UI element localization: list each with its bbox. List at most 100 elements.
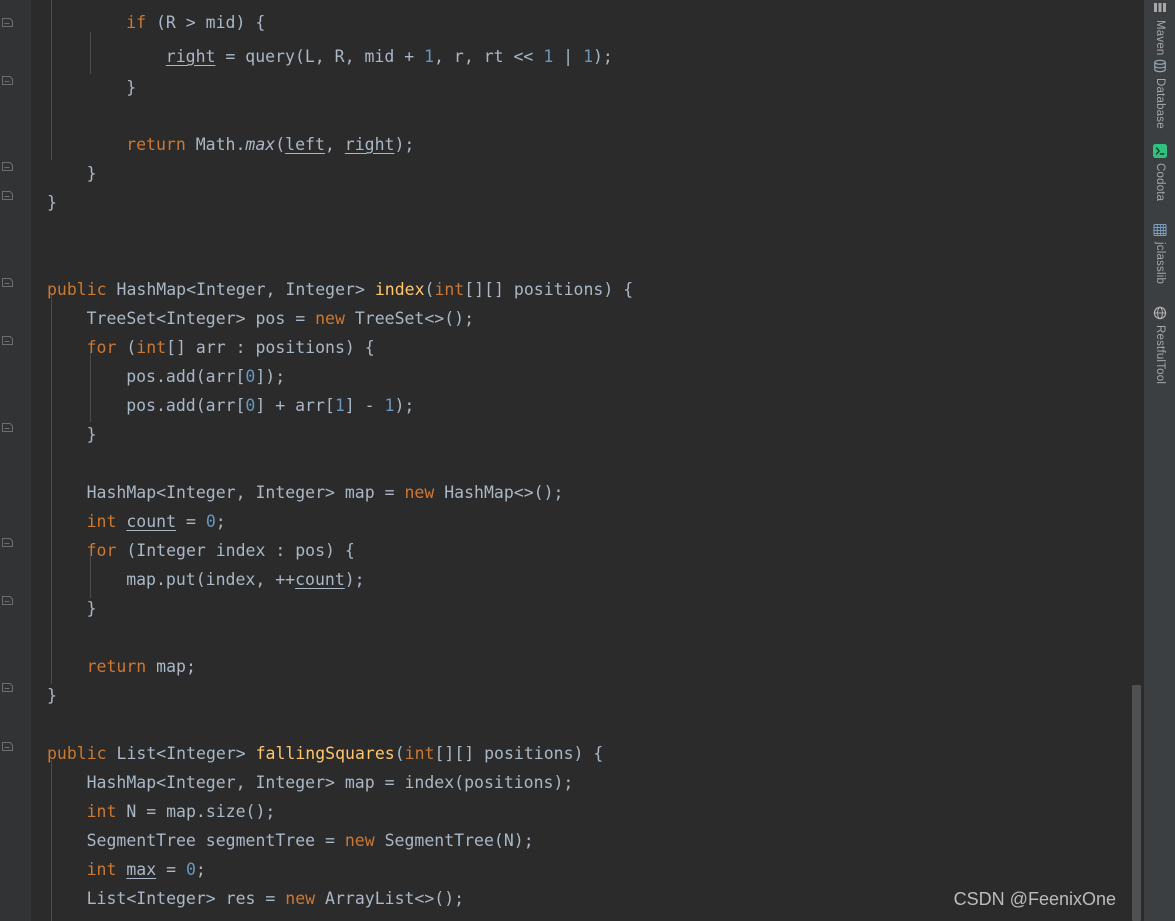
code-line[interactable]: int max = 0; — [87, 855, 206, 884]
code-token: N = map.size(); — [126, 802, 276, 821]
code-editor[interactable]: if (R > mid) { right = query(L, R, mid + … — [0, 0, 1143, 921]
code-line[interactable]: int count = 0; — [87, 507, 226, 536]
code-token: public — [47, 280, 117, 299]
code-line[interactable]: for (Integer index : pos) { — [87, 536, 355, 565]
code-token: SegmentTree(N); — [384, 831, 534, 850]
indent-guide — [51, 0, 52, 160]
code-line[interactable]: } — [87, 594, 97, 623]
code-token: return — [126, 135, 196, 154]
code-token: return — [86, 657, 157, 676]
code-line[interactable]: } — [87, 420, 97, 449]
jclasslib-icon — [1152, 222, 1168, 238]
code-token: List<Integer> res = — [86, 889, 286, 908]
code-token: new — [344, 831, 385, 850]
code-token: for — [86, 541, 127, 560]
editor-gutter[interactable] — [0, 0, 30, 921]
codota-icon — [1152, 143, 1168, 159]
fold-collapse-icon[interactable] — [1, 740, 14, 753]
code-line[interactable]: int N = map.size(); — [87, 797, 276, 826]
fold-expand-icon[interactable] — [1, 74, 14, 87]
code-line[interactable]: return map; — [87, 652, 196, 681]
code-line[interactable]: public List<Integer> fallingSquares(int[… — [47, 739, 603, 768]
code-token: TreeSet<Integer> pos = — [86, 309, 316, 328]
code-token: Math. — [195, 135, 246, 154]
fold-expand-icon[interactable] — [1, 594, 14, 607]
fold-collapse-icon[interactable] — [1, 536, 14, 549]
fold-expand-icon[interactable] — [1, 160, 14, 173]
code-line[interactable]: HashMap<Integer, Integer> map = new Hash… — [87, 478, 564, 507]
code-token: int — [86, 512, 127, 531]
code-token: SegmentTree segmentTree = — [86, 831, 345, 850]
code-token: new — [315, 309, 355, 328]
code-line[interactable]: return Math.max(left, right); — [126, 130, 414, 159]
code-token: } — [126, 78, 137, 97]
code-token: ] + arr[ — [255, 396, 335, 415]
code-token: [] arr : positions) { — [166, 338, 375, 357]
code-token: , r, rt << — [434, 47, 544, 66]
fold-expand-icon[interactable] — [1, 681, 14, 694]
code-token: int — [86, 802, 127, 821]
code-token: pos.add(arr[ — [126, 367, 246, 386]
code-token: for — [86, 338, 127, 357]
code-line[interactable]: for (int[] arr : positions) { — [87, 333, 375, 362]
code-token: , — [324, 135, 345, 154]
code-token: ); — [394, 396, 415, 415]
code-token: = — [156, 860, 186, 879]
code-token: | — [553, 47, 584, 66]
code-line[interactable]: map.put(index, ++count); — [126, 565, 364, 594]
code-line[interactable]: TreeSet<Integer> pos = new TreeSet<>(); — [87, 304, 474, 333]
code-token: (Integer index : pos) { — [126, 541, 355, 560]
tool-window-button-restfultool[interactable]: RestfulTool — [1144, 305, 1175, 397]
code-token: map.put(index, ++ — [126, 570, 296, 589]
code-token: ( — [394, 744, 405, 763]
code-token: ( — [424, 280, 435, 299]
editor-scrollbar-thumb[interactable] — [1132, 685, 1141, 921]
code-token: int — [434, 280, 465, 299]
code-line[interactable]: if (R > mid) { — [126, 8, 265, 37]
code-line[interactable]: } — [47, 681, 57, 710]
editor-scrollbar-track[interactable] — [1129, 0, 1143, 921]
code-token: } — [86, 164, 97, 183]
code-line[interactable]: pos.add(arr[0] + arr[1] - 1); — [126, 391, 414, 420]
code-line[interactable]: HashMap<Integer, Integer> map = index(po… — [87, 768, 574, 797]
code-token: 0 — [245, 396, 256, 415]
code-line[interactable]: right = query(L, R, mid + 1, r, rt << 1 … — [166, 42, 613, 71]
tool-window-button-maven[interactable]: Maven — [1144, 0, 1175, 58]
code-token: ); — [344, 570, 365, 589]
tool-window-label: Maven — [1154, 20, 1166, 56]
code-token: right — [165, 47, 216, 66]
fold-collapse-icon[interactable] — [1, 16, 14, 29]
tool-window-button-codota[interactable]: Codota — [1144, 143, 1175, 215]
code-token: max — [126, 860, 157, 879]
tool-window-button-jclasslib[interactable]: jclasslib — [1144, 222, 1175, 300]
tool-window-label: jclasslib — [1154, 242, 1166, 285]
code-line[interactable]: SegmentTree segmentTree = new SegmentTre… — [87, 826, 534, 855]
code-line[interactable]: public HashMap<Integer, Integer> index(i… — [47, 275, 633, 304]
code-token: HashMap<Integer, Integer> map = index(po… — [86, 773, 574, 792]
code-token: new — [285, 889, 326, 908]
code-token: fallingSquares — [255, 744, 395, 763]
code-token: = query(L, R, mid + — [215, 47, 425, 66]
code-token: } — [47, 686, 57, 705]
tool-window-button-database[interactable]: Database — [1144, 58, 1175, 140]
code-surface[interactable]: if (R > mid) { right = query(L, R, mid + … — [31, 0, 1143, 921]
code-token: public — [47, 744, 117, 763]
fold-collapse-icon[interactable] — [1, 334, 14, 347]
fold-expand-icon[interactable] — [1, 189, 14, 202]
fold-collapse-icon[interactable] — [1, 276, 14, 289]
code-line[interactable]: } — [126, 73, 136, 102]
code-token: 1 — [384, 396, 395, 415]
code-token: max — [245, 135, 276, 154]
right-tool-sidebar[interactable]: Maven Database Codota jclasslib RestfulTool — [1143, 0, 1175, 921]
code-line[interactable]: List<Integer> res = new ArrayList<>(); — [87, 884, 465, 913]
ide-window: if (R > mid) { right = query(L, R, mid + … — [0, 0, 1175, 921]
fold-expand-icon[interactable] — [1, 421, 14, 434]
code-token: } — [86, 599, 97, 618]
code-line[interactable]: } — [47, 188, 57, 217]
code-line[interactable]: } — [87, 159, 97, 188]
code-token: } — [86, 425, 97, 444]
database-icon — [1152, 58, 1168, 74]
tool-window-label: RestfulTool — [1154, 325, 1166, 385]
code-token: 1 — [543, 47, 554, 66]
code-line[interactable]: pos.add(arr[0]); — [126, 362, 285, 391]
